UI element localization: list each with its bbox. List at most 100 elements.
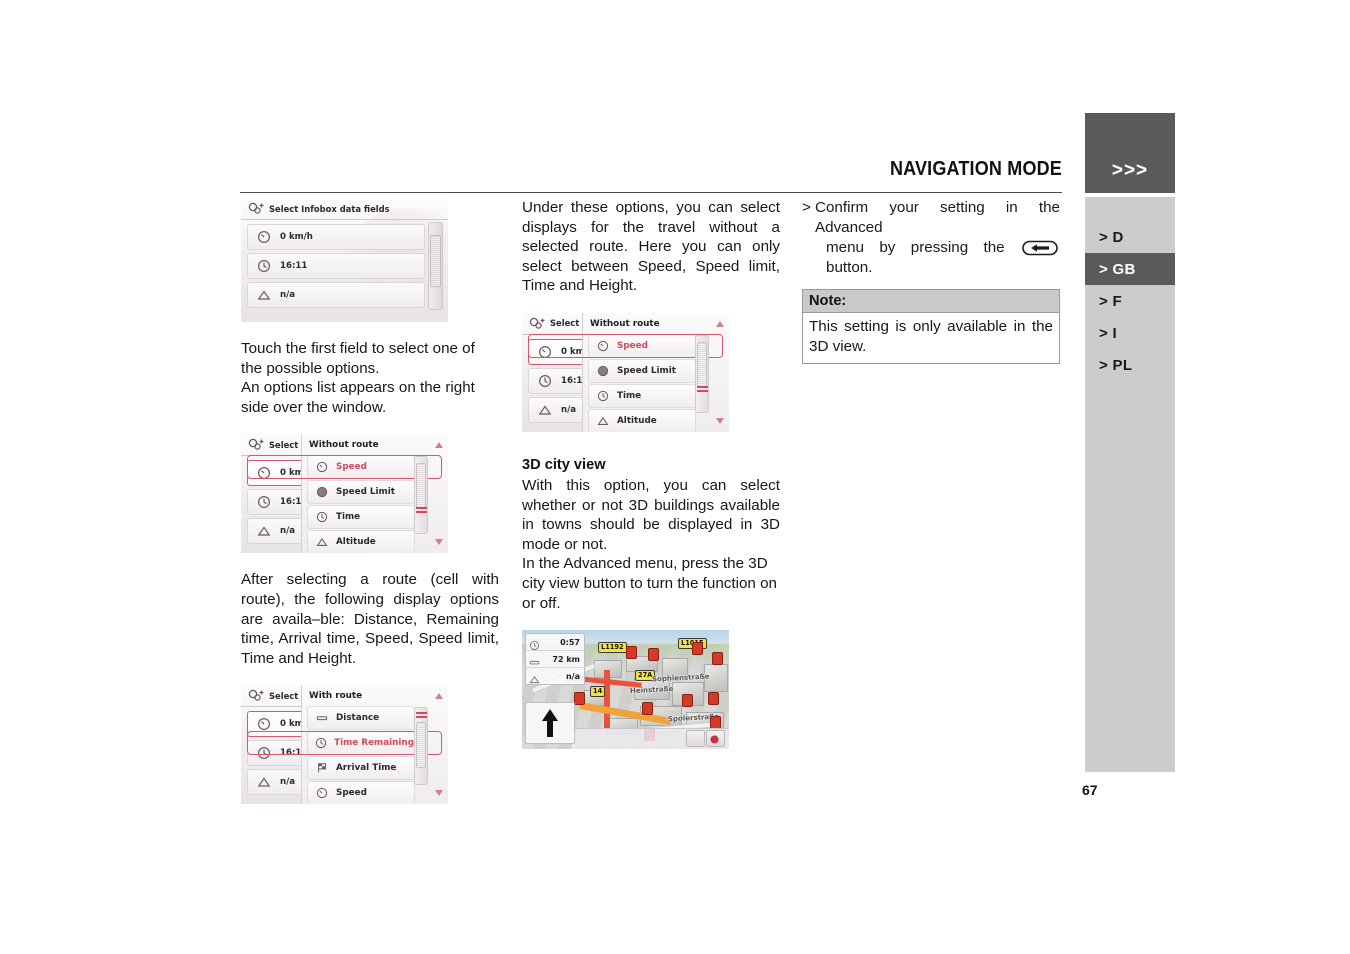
speed-icon (253, 230, 275, 244)
option-row[interactable]: Time (588, 383, 696, 408)
option-row[interactable]: Speed Limit (588, 358, 696, 383)
paragraph-touch-first-field: Touch the first field to select one of t… (241, 340, 475, 377)
scroll-down-arrow-icon[interactable] (716, 417, 724, 424)
options-overlay: With route Distance Time Remaining Arriv… (247, 685, 448, 805)
route-road (604, 670, 610, 729)
note-heading: Note: (803, 290, 1059, 313)
option-row[interactable]: Speed (307, 455, 415, 480)
data-field-row[interactable]: 16:11 (247, 253, 425, 279)
data-field-value: 0 km/h (280, 232, 313, 242)
straight-arrow-icon (542, 709, 558, 738)
overlay-scrollbar-thumb[interactable] (416, 463, 426, 510)
road-shield: L1192 (598, 642, 627, 654)
poi-marker[interactable] (708, 692, 719, 706)
language-tab-gb[interactable]: > GB (1085, 253, 1175, 285)
poi-marker[interactable] (692, 642, 703, 656)
map-infobox-value: 0:57 (560, 637, 580, 647)
paragraph-3d-buildings: With this option, you can select whether… (522, 476, 780, 553)
data-field-row[interactable]: 0 km/h (247, 224, 425, 250)
altitude-icon (312, 535, 332, 549)
speed-icon (312, 786, 332, 800)
map-infobox-row: 72 km (526, 651, 584, 669)
scroll-down-arrow-icon[interactable] (435, 539, 443, 546)
language-tab-i[interactable]: > I (1085, 317, 1175, 349)
poi-marker[interactable] (642, 702, 653, 716)
speed-icon (593, 339, 613, 353)
infobox-settings-icon (245, 202, 267, 216)
screen-title: Select (550, 318, 580, 329)
screen-titlebar: Select Infobox data fields (241, 198, 448, 220)
option-label: Altitude (336, 537, 376, 548)
poi-marker[interactable] (682, 694, 693, 708)
poi-marker[interactable] (712, 652, 723, 666)
infobox-settings-icon (245, 438, 267, 452)
scroll-down-arrow-icon[interactable] (435, 790, 443, 797)
option-label: Altitude (617, 415, 657, 426)
language-tab-f[interactable]: > F (1085, 285, 1175, 317)
option-label: Distance (336, 713, 380, 724)
option-row[interactable]: Speed Limit (307, 480, 415, 505)
figure-3d-city-map: L1192 L1015 27A 14 Sophienstraße Heinstr… (522, 630, 729, 750)
option-row[interactable]: Altitude (307, 530, 415, 554)
language-tab-pl[interactable]: > PL (1085, 349, 1175, 381)
data-field-value: n/a (280, 777, 296, 788)
data-field-row-list: 0 km/h 16:11 n/a (247, 224, 425, 311)
scrollbar-thumb[interactable] (430, 235, 441, 287)
options-overlay: Without route Speed Speed Limit Time Alt… (247, 434, 448, 554)
map-menu-button[interactable] (706, 730, 725, 748)
figure-with-route-options: Select 0 km 16:12 n/a With route Distanc… (241, 685, 448, 805)
scroll-up-arrow-icon[interactable] (435, 442, 443, 449)
screen-title: Select Infobox data fields (269, 203, 390, 214)
scroll-up-arrow-icon[interactable] (435, 693, 443, 700)
note-box: Note: This setting is only available in … (802, 289, 1060, 365)
speed-icon (534, 345, 556, 359)
overlay-scrollbar-track[interactable] (695, 334, 709, 413)
figure-select-infobox-data-fields: Select Infobox data fields 0 km/h 16:11 … (241, 198, 448, 322)
option-row[interactable]: Speed (588, 333, 696, 358)
option-row[interactable]: Distance (307, 706, 415, 731)
language-tab-d[interactable]: > D (1085, 221, 1175, 253)
option-row[interactable]: Speed (307, 781, 415, 805)
option-label: Speed (617, 340, 648, 351)
poi-marker[interactable] (574, 692, 585, 706)
data-field-value: 16:11 (280, 261, 308, 271)
scroll-up-arrow-icon[interactable] (716, 320, 724, 327)
column-left: Select Infobox data fields 0 km/h 16:11 … (241, 198, 499, 805)
option-row[interactable]: Time Remaining (307, 731, 415, 756)
overlay-scrollbar-thumb[interactable] (416, 722, 426, 769)
data-field-value: n/a (280, 290, 296, 300)
option-list: Distance Time Remaining Arrival Time Spe… (307, 706, 415, 805)
page-number: 67 (1082, 782, 1098, 798)
overlay-scrollbar-grip (697, 385, 708, 393)
poi-marker[interactable] (648, 648, 659, 662)
instruction-confirm-setting: > Confirm your setting in the Advanced m… (802, 198, 1060, 278)
option-row[interactable]: Arrival Time (307, 756, 415, 781)
clock-icon (534, 374, 556, 388)
map-zoom-button[interactable] (686, 730, 705, 748)
poi-marker[interactable] (626, 646, 637, 660)
data-field-row[interactable]: n/a (247, 282, 425, 308)
overlay-scrollbar-track[interactable] (414, 456, 428, 535)
paragraph-under-these-options: Under these options, you can select disp… (522, 199, 780, 295)
map-infobox-row: n/a (526, 668, 584, 684)
option-list: Speed Speed Limit Time Altitude (588, 333, 696, 432)
option-row[interactable]: Time (307, 505, 415, 530)
scrollbar-track[interactable] (428, 222, 443, 310)
option-row[interactable]: Altitude (588, 408, 696, 432)
distance-icon (312, 711, 332, 725)
speed-limit-icon (312, 485, 332, 499)
overlay-title: With route (309, 691, 363, 702)
option-list: Speed Speed Limit Time Altitude (307, 455, 415, 554)
options-overlay: Without route Speed Speed Limit Time Alt… (528, 312, 729, 432)
clock-icon (253, 746, 275, 760)
overlay-scrollbar-track[interactable] (414, 707, 428, 786)
overlay-scrollbar-thumb[interactable] (697, 341, 707, 388)
flag-icon (312, 761, 332, 775)
option-label: Speed (336, 462, 367, 473)
clock-icon (593, 389, 613, 403)
option-label: Speed (336, 788, 367, 799)
speed-icon (253, 717, 275, 731)
instruction-text-line1: Confirm your setting in the Advanced (815, 199, 1060, 236)
maneuver-arrow-box (525, 702, 575, 745)
option-label: Time (617, 390, 642, 401)
